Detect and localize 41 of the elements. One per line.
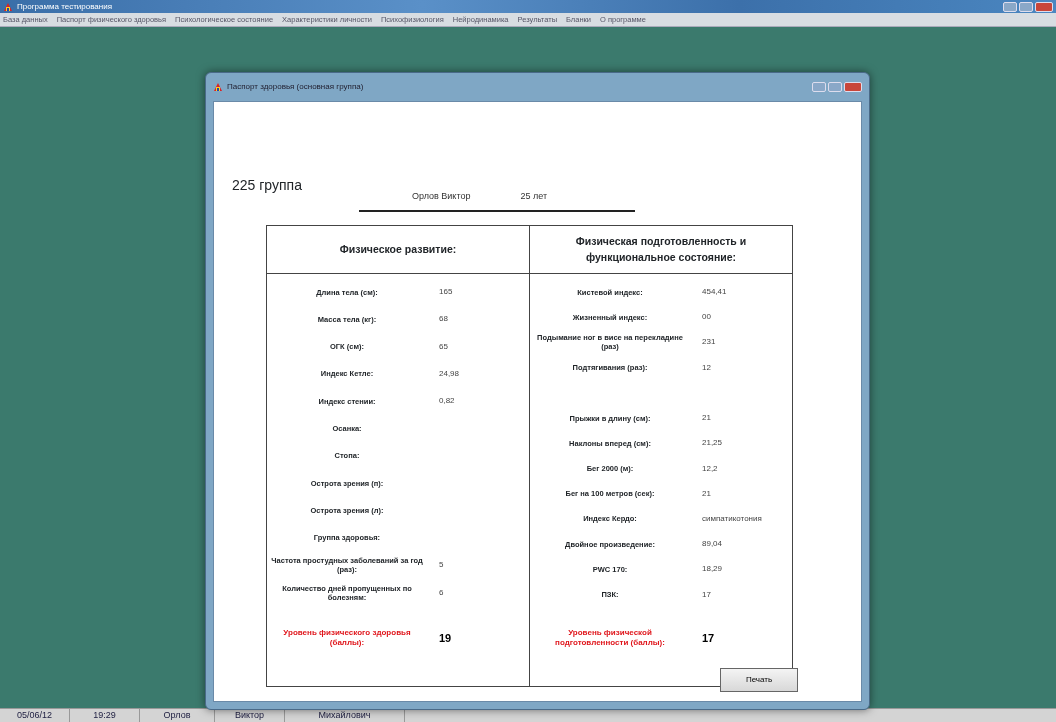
field-value: 12,2	[701, 462, 718, 475]
status-cell: 19:29	[70, 709, 140, 722]
maximize-button[interactable]	[828, 82, 842, 92]
field-value: 21	[701, 412, 711, 425]
dialog-title: Паспорт здоровья (основная группа)	[227, 81, 364, 93]
total-label: Уровень физического здоровья (баллы):	[282, 628, 412, 648]
field-value: 00	[701, 311, 711, 324]
total-value: 19	[438, 630, 452, 646]
print-button[interactable]: Печать	[720, 668, 798, 692]
app-icon	[213, 82, 223, 92]
window-title: Программа тестирования	[17, 0, 113, 13]
field-value: 68	[438, 313, 448, 326]
maximize-button[interactable]	[1019, 1, 1033, 12]
field-value: 65	[438, 340, 448, 353]
column-heading: Физическое развитие:	[267, 226, 529, 274]
field-value: 12	[701, 361, 711, 374]
field-value: 24,98	[438, 368, 460, 380]
status-cell: 05/06/12	[0, 709, 70, 722]
field-value: 165	[438, 286, 453, 298]
field-value: 89,04	[701, 538, 723, 551]
minimize-button[interactable]	[812, 82, 826, 92]
close-button[interactable]	[1035, 1, 1053, 12]
field-value: 21	[701, 487, 711, 500]
field-value: 6	[438, 586, 444, 599]
person-name: Орлов Виктор	[412, 190, 471, 203]
close-button[interactable]	[844, 82, 862, 92]
field-value: 17	[701, 588, 711, 601]
field-value: 18,29	[701, 563, 723, 576]
group-label: 225 группа	[232, 176, 302, 195]
person-age: 25 лет	[520, 190, 548, 203]
field-value: 5	[438, 559, 444, 572]
field-value: 454,41	[701, 286, 727, 298]
column-heading: Физическая подготовленность и функциональное состояние:	[530, 226, 792, 274]
field-value: 0,82	[438, 395, 455, 408]
field-value: 231	[701, 336, 716, 349]
total-label: Уровень физической подготовленности (баллы):	[554, 628, 666, 648]
field-value: симпатикотония	[701, 512, 762, 525]
minimize-button[interactable]	[1003, 1, 1017, 12]
field-value: 21,25	[701, 437, 723, 450]
app-icon	[3, 1, 13, 12]
total-value: 17	[701, 630, 715, 646]
